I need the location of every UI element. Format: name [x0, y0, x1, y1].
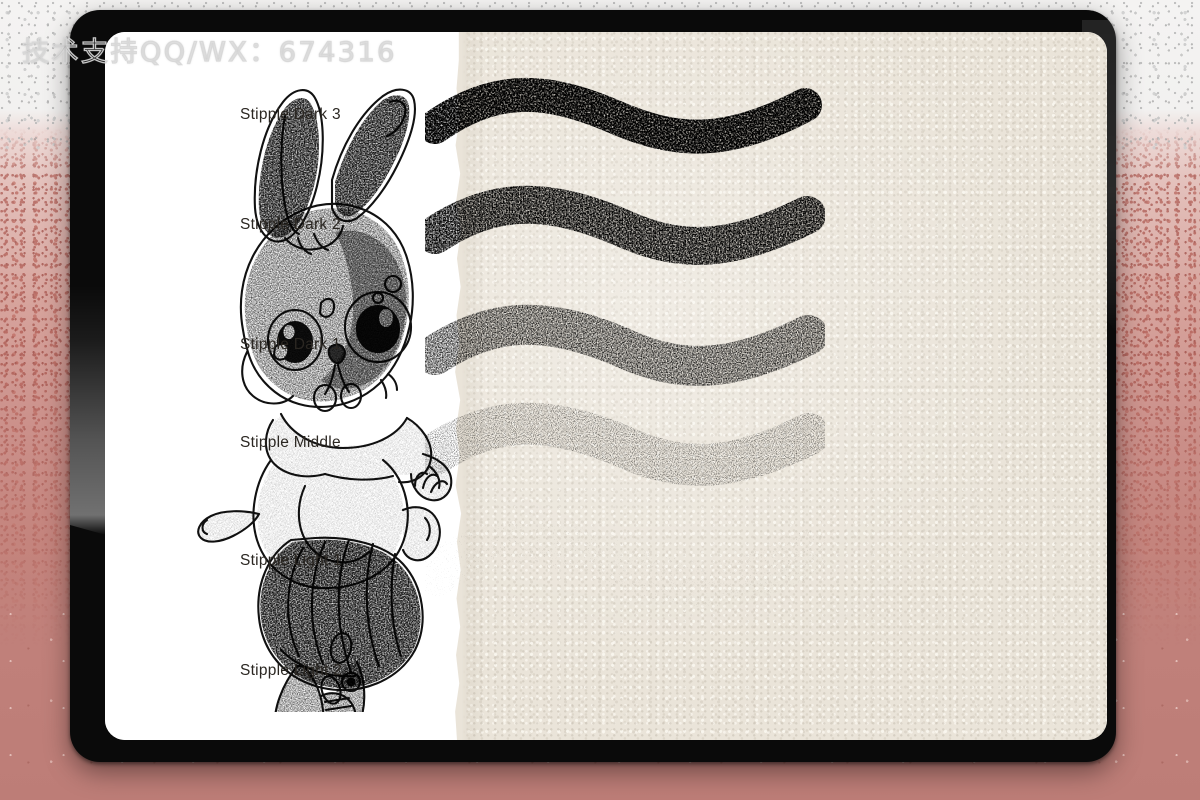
bezel-reflection-left — [70, 285, 106, 535]
brush-label: Stipple Middle — [240, 434, 341, 451]
brush-label: Stipple Dark 1 — [240, 336, 341, 353]
tablet-screen[interactable]: Stipple Dark 3 Stipple Dark 2 Stipple Da… — [105, 32, 1107, 740]
brush-label: Stipple Dark 3 — [240, 106, 341, 123]
brush-stroke-preview[interactable] — [425, 291, 825, 399]
screenshot-stage: Stipple Dark 3 Stipple Dark 2 Stipple Da… — [0, 0, 1200, 800]
brush-stroke-preview[interactable] — [425, 388, 825, 498]
brush-label: Stipple Dark 2 — [240, 216, 341, 233]
brush-label: Stipple Light 1 — [240, 552, 342, 569]
brush-list: Stipple Dark 3 Stipple Dark 2 Stipple Da… — [105, 32, 1107, 740]
brush-stroke-preview[interactable] — [425, 67, 825, 163]
brush-stroke-preview[interactable] — [425, 616, 825, 726]
tablet-device: Stipple Dark 3 Stipple Dark 2 Stipple Da… — [70, 10, 1116, 762]
brush-stroke-preview[interactable] — [425, 173, 825, 277]
brush-stroke-preview[interactable] — [425, 505, 825, 617]
brush-label: Stipple Light 2 — [240, 662, 342, 679]
